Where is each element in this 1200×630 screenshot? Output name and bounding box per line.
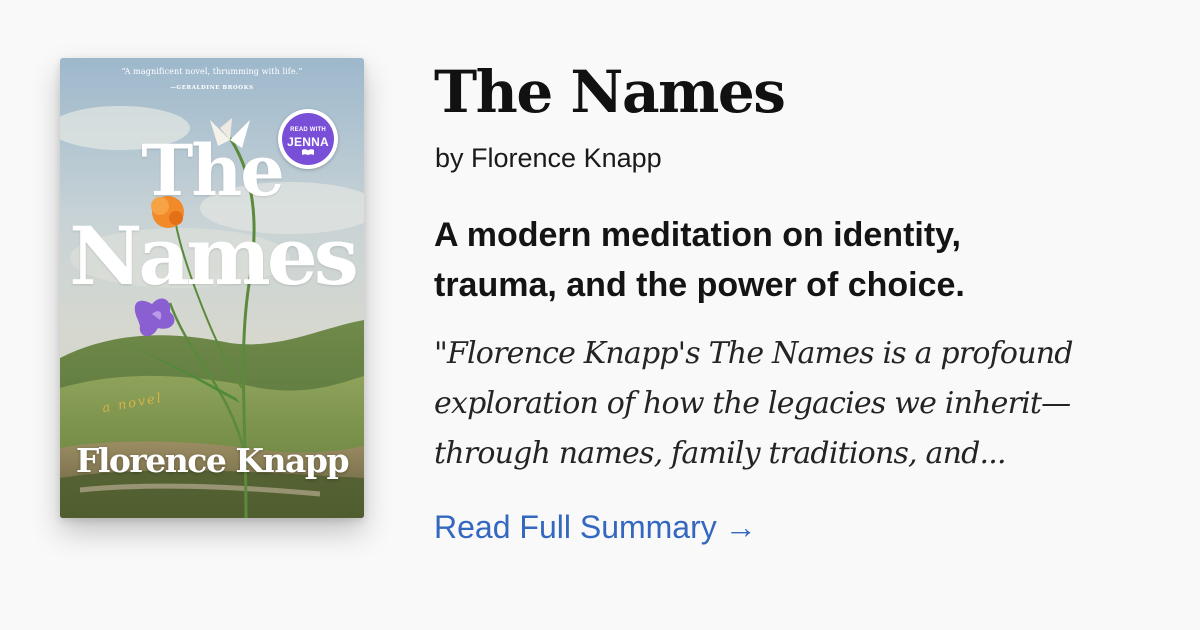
arrow-right-icon: → bbox=[724, 509, 757, 545]
excerpt-line: "Florence Knapp's The Names is a profoun… bbox=[434, 336, 1073, 371]
book-byline: by Florence Knapp bbox=[435, 143, 662, 173]
book-cover: “A magnificent novel, thrumming with lif… bbox=[60, 58, 364, 518]
tagline-line: trauma, and the power of choice. bbox=[434, 266, 965, 304]
excerpt-line: through names, family traditions, and... bbox=[434, 436, 1007, 471]
badge-line1: READ WITH bbox=[290, 127, 326, 133]
book-tagline: A modern meditation on identity, trauma,… bbox=[434, 210, 1134, 310]
read-full-summary-link[interactable]: Read Full Summary → bbox=[434, 505, 757, 549]
excerpt-line: exploration of how the legacies we inher… bbox=[434, 386, 1071, 421]
open-book-icon bbox=[302, 149, 314, 155]
cover-blurb-attribution: —GERALDINE BROOKS bbox=[170, 85, 254, 91]
tagline-line: A modern meditation on identity, bbox=[434, 216, 961, 254]
book-title: The Names bbox=[434, 58, 786, 126]
cover-author: Florence Knapp bbox=[75, 441, 350, 480]
cover-title-line2: Names bbox=[69, 209, 359, 303]
book-excerpt: "Florence Knapp's The Names is a profoun… bbox=[434, 329, 1154, 479]
read-with-jenna-badge: READ WITH JENNA bbox=[278, 109, 338, 169]
badge-line2: JENNA bbox=[287, 135, 329, 149]
badge-inner: READ WITH JENNA bbox=[282, 113, 334, 165]
cover-blurb: “A magnificent novel, thrumming with lif… bbox=[121, 67, 303, 76]
read-full-summary-label: Read Full Summary bbox=[434, 509, 717, 545]
